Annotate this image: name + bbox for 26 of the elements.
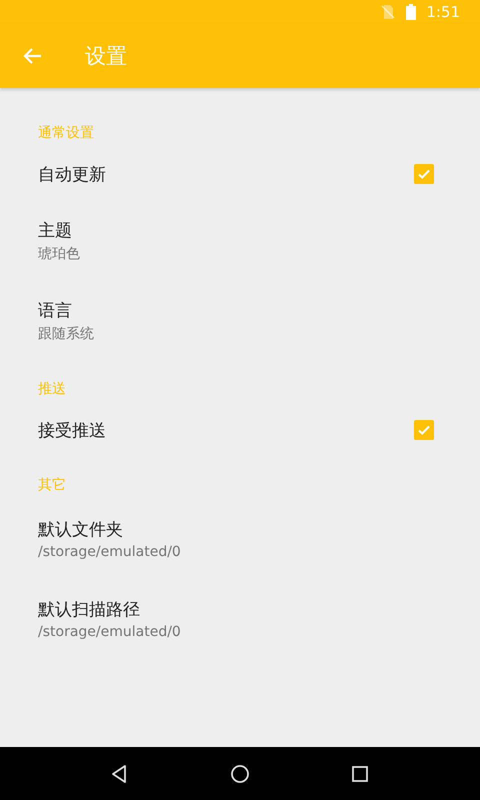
settings-item[interactable]: 语言 跟随系统: [0, 281, 480, 361]
status-time: 1:51: [426, 3, 460, 21]
item-title: 语言: [38, 300, 73, 322]
item-summary: /storage/emulated/0: [38, 624, 182, 640]
item-title: 自动更新: [38, 164, 107, 186]
item-title: 默认文件夹: [38, 519, 124, 541]
battery-icon: [406, 4, 416, 20]
home-icon[interactable]: [229, 762, 251, 784]
section-header: 其它: [38, 476, 66, 494]
settings-item[interactable]: 接受推送: [0, 403, 480, 457]
item-title: 接受推送: [38, 420, 107, 442]
item-title: 主题: [38, 220, 73, 242]
item-summary: /storage/emulated/0: [38, 544, 182, 560]
item-summary: 琥珀色: [38, 245, 81, 263]
item-summary: 跟随系统: [38, 325, 95, 343]
section-header: 推送: [38, 380, 66, 398]
settings-item[interactable]: 主题 琥珀色: [0, 201, 480, 281]
section-header: 通常设置: [38, 124, 94, 142]
settings-item[interactable]: 默认文件夹 /storage/emulated/0: [0, 499, 480, 579]
settings-item[interactable]: 默认扫描路径 /storage/emulated/0: [0, 579, 480, 659]
item-title: 默认扫描路径: [38, 599, 141, 621]
checkbox[interactable]: [414, 164, 434, 184]
no-sim-icon: [380, 4, 396, 20]
checkbox[interactable]: [414, 420, 434, 440]
settings-item[interactable]: 自动更新: [0, 147, 480, 201]
toolbar-title: 设置: [85, 43, 127, 70]
